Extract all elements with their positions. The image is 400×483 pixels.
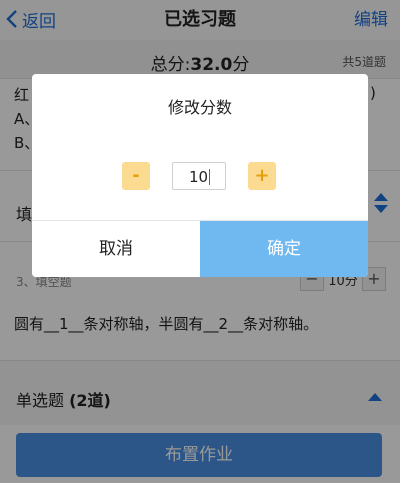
stepper-plus-button[interactable]: + [248, 162, 276, 190]
score-input[interactable]: 10 [172, 162, 226, 190]
page: 返回 已选习题 编辑 总分:32.0分 共5道题 红 ) A、 B、 填 3、填… [0, 0, 400, 483]
cancel-button[interactable]: 取消 [32, 221, 200, 277]
edit-score-dialog: 修改分数 - 10 + 取消 确定 [32, 74, 368, 277]
text-cursor [209, 169, 211, 185]
score-input-value: 10 [189, 168, 209, 186]
dialog-footer: 取消 确定 [32, 220, 368, 277]
stepper-minus-button[interactable]: - [122, 162, 150, 190]
dialog-title: 修改分数 [167, 98, 232, 117]
confirm-button[interactable]: 确定 [200, 221, 368, 277]
score-stepper: - 10 + [122, 162, 278, 192]
